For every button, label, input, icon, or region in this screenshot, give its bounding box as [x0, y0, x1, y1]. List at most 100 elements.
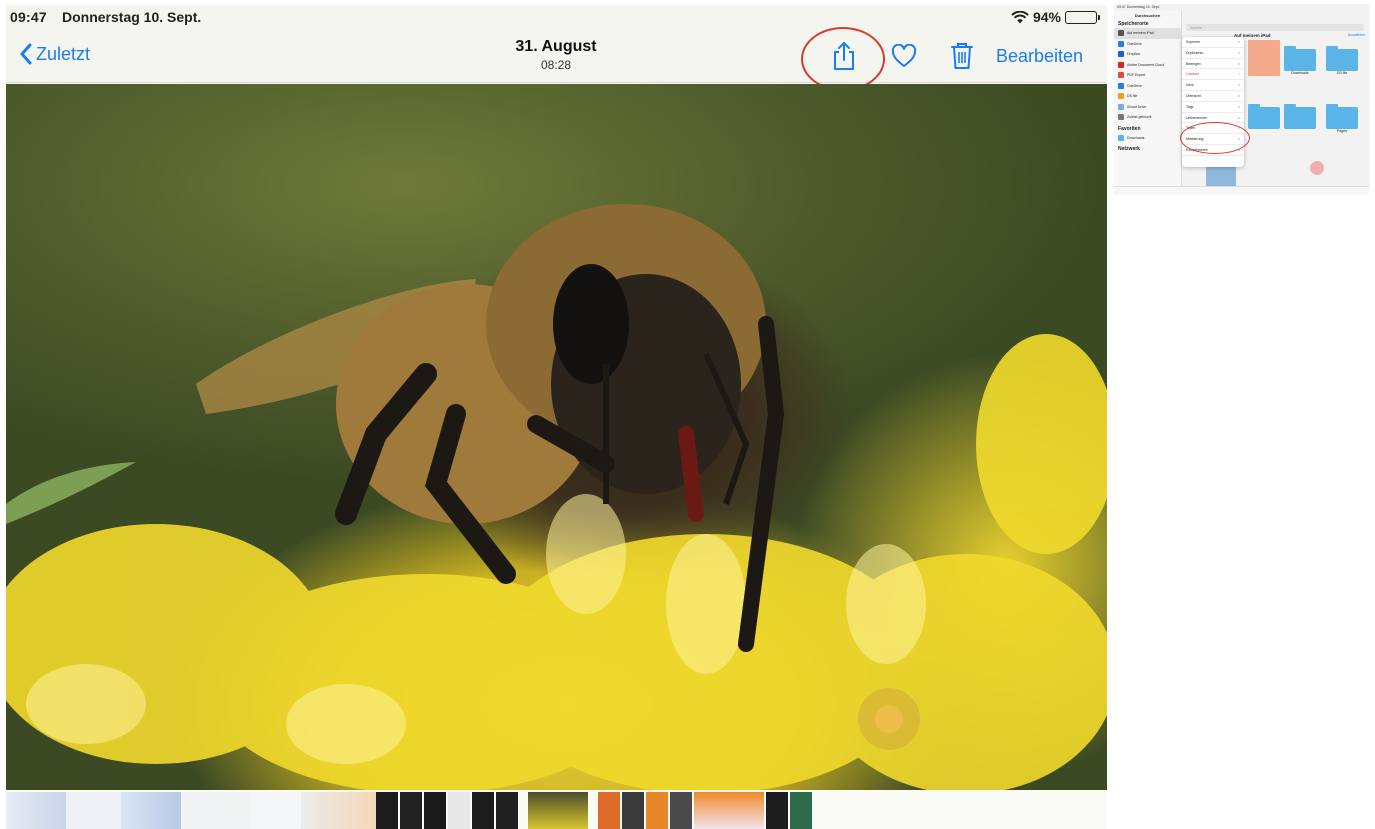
inset-word-file[interactable]: [1206, 164, 1236, 186]
inset-sidebar: Durchsuchen Speicherorte Auf meinem iPad…: [1114, 11, 1182, 187]
inset-menu-item[interactable]: Tags ○: [1182, 102, 1244, 113]
thumbnail[interactable]: [424, 792, 446, 829]
folder-icon: [1118, 134, 1124, 141]
inset-sidebar-item[interactable]: iCloud Drive: [1114, 102, 1181, 113]
thumbnail[interactable]: [598, 792, 620, 829]
inset-sidebar-item-label: Zuletzt gelöscht: [1127, 115, 1152, 120]
inset-sidebar-item-label: PDF Expert: [1127, 73, 1146, 78]
inset-menu-item-label: Kopieren: [1186, 40, 1201, 44]
thumbnail[interactable]: [181, 792, 251, 829]
inset-sidebar-item-label: DS file: [1127, 94, 1138, 99]
thumbnail[interactable]: [472, 792, 494, 829]
status-bar: 09:47 Donnerstag 10. Sept. 94%: [6, 5, 1107, 29]
bee-photo: [6, 84, 1107, 790]
document-thumbnail: [1248, 40, 1280, 76]
thumbnail[interactable]: [251, 792, 301, 829]
thumbnail[interactable]: [448, 792, 470, 829]
inset-choose-button[interactable]: Auswählen: [1348, 33, 1365, 37]
inset-section-locations: Speicherorte: [1118, 21, 1149, 27]
inset-status-date: Donnerstag 10. Sept.: [1126, 5, 1160, 9]
inset-menu-item-label: Umbenennen: [1186, 115, 1208, 120]
thumbnail[interactable]: [376, 792, 398, 829]
thumbnail[interactable]: [622, 792, 644, 829]
inset-section-network: Netzwerk: [1118, 146, 1140, 152]
inset-sidebar-items: Auf meinem iPad OneDrive Dropbox Adobe Docu…: [1114, 28, 1181, 123]
location-icon: [1118, 82, 1124, 89]
share-icon: [834, 42, 854, 70]
inset-sidebar-item[interactable]: DS file: [1114, 91, 1181, 102]
location-icon: [1118, 51, 1124, 58]
inset-sidebar-item[interactable]: OneDrive: [1114, 39, 1181, 50]
thumbnail[interactable]: [790, 792, 812, 829]
navigation-bar: Zuletzt 31. August 08:28 Bearbeiten: [6, 27, 1107, 91]
photo-time: 08:28: [540, 58, 572, 72]
location-icon: [1118, 30, 1124, 37]
inset-file-tile[interactable]: [1248, 40, 1280, 76]
bee-illustration: [6, 204, 1107, 790]
inset-folder-dsfile[interactable]: DS file: [1326, 46, 1358, 75]
share-button[interactable]: [832, 41, 856, 76]
inset-search-input[interactable]: Suchen: [1186, 24, 1364, 31]
folder-icon: [1284, 104, 1316, 129]
inset-app-folder[interactable]: [1248, 104, 1280, 129]
inset-sidebar-item[interactable]: Zuletzt gelöscht: [1114, 112, 1181, 123]
inset-menu-item[interactable]: Löschen ○: [1182, 69, 1244, 81]
edit-button[interactable]: Bearbeiten: [996, 46, 1083, 67]
inset-menu-item-label: Übersicht: [1186, 93, 1201, 98]
inset-sidebar-item[interactable]: OneDrive: [1114, 81, 1181, 92]
status-right: 94%: [1011, 9, 1100, 25]
thumbnail-strip[interactable]: [6, 790, 1107, 829]
inset-sidebar-item-label: Adobe Document Cloud: [1127, 62, 1165, 67]
thumbnail[interactable]: [121, 792, 181, 829]
location-icon: [1118, 72, 1124, 79]
thumbnail[interactable]: [301, 792, 376, 829]
thumbnail[interactable]: [496, 792, 518, 829]
inset-sidebar-item-label: Dropbox: [1127, 52, 1141, 57]
back-button[interactable]: Zuletzt: [20, 43, 90, 65]
teilen-highlight-circle: [1180, 122, 1250, 154]
thumbnail[interactable]: [6, 792, 66, 829]
thumbnail[interactable]: [400, 792, 422, 829]
battery-percent: 94%: [1032, 9, 1061, 25]
photo-date: 31. August: [515, 38, 597, 55]
menu-item-icon: ○: [1237, 93, 1240, 98]
inset-tab-bar: [1114, 186, 1369, 195]
delete-button[interactable]: [950, 41, 974, 76]
inset-folder-downloads[interactable]: Downloads: [1284, 46, 1316, 75]
inset-menu-item-label: Duplizieren: [1186, 50, 1204, 55]
favorite-button[interactable]: [891, 43, 917, 73]
inset-sidebar-item-label: Downloads: [1127, 135, 1145, 140]
inset-section-favorites: Favoriten: [1118, 125, 1141, 132]
inset-folder-label: Pages: [1337, 129, 1347, 133]
thumbnail[interactable]: [66, 792, 121, 829]
status-date: Donnerstag 10. Sept.: [62, 9, 202, 25]
inset-menu-item[interactable]: Übersicht ○: [1182, 91, 1244, 102]
inset-menu-item-label: Löschen: [1186, 72, 1200, 77]
inset-menu-item[interactable]: Bewegen ○: [1182, 59, 1244, 70]
folder-icon: [1326, 104, 1358, 129]
thumbnail-current[interactable]: [528, 792, 588, 829]
inset-sidebar-item[interactable]: Auf meinem iPad: [1114, 28, 1181, 39]
inset-menu-item[interactable]: Duplizieren ○: [1182, 48, 1244, 59]
assistive-touch-button[interactable]: [858, 688, 920, 750]
menu-item-icon: ○: [1237, 104, 1240, 109]
thumbnail[interactable]: [694, 792, 764, 829]
inset-app-folder[interactable]: [1284, 104, 1316, 129]
inset-sidebar-item[interactable]: Dropbox: [1114, 49, 1181, 60]
thumbnail[interactable]: [646, 792, 668, 829]
inset-sidebar-item[interactable]: PDF Expert: [1114, 70, 1181, 81]
thumbnail[interactable]: [670, 792, 692, 829]
location-icon: [1118, 114, 1124, 121]
menu-item-icon: ○: [1237, 40, 1240, 44]
inset-sidebar-item[interactable]: Adobe Document Cloud: [1114, 60, 1181, 71]
photo-title: 31. August 08:28: [486, 38, 626, 72]
inset-menu-item[interactable]: Kopieren ○: [1182, 37, 1244, 48]
thumbnail[interactable]: [766, 792, 788, 829]
inset-menu-item[interactable]: Infos ○: [1182, 80, 1244, 91]
inset-sidebar-item-downloads[interactable]: Downloads: [1114, 133, 1181, 144]
inset-folder-pages[interactable]: Pages: [1326, 104, 1358, 133]
photos-app-screenshot: 09:47 Donnerstag 10. Sept. 94% Zuletzt 3…: [6, 5, 1107, 829]
inset-status-time: 09:47: [1117, 5, 1126, 9]
location-icon: [1118, 61, 1124, 68]
inset-add-button[interactable]: [1310, 161, 1324, 175]
